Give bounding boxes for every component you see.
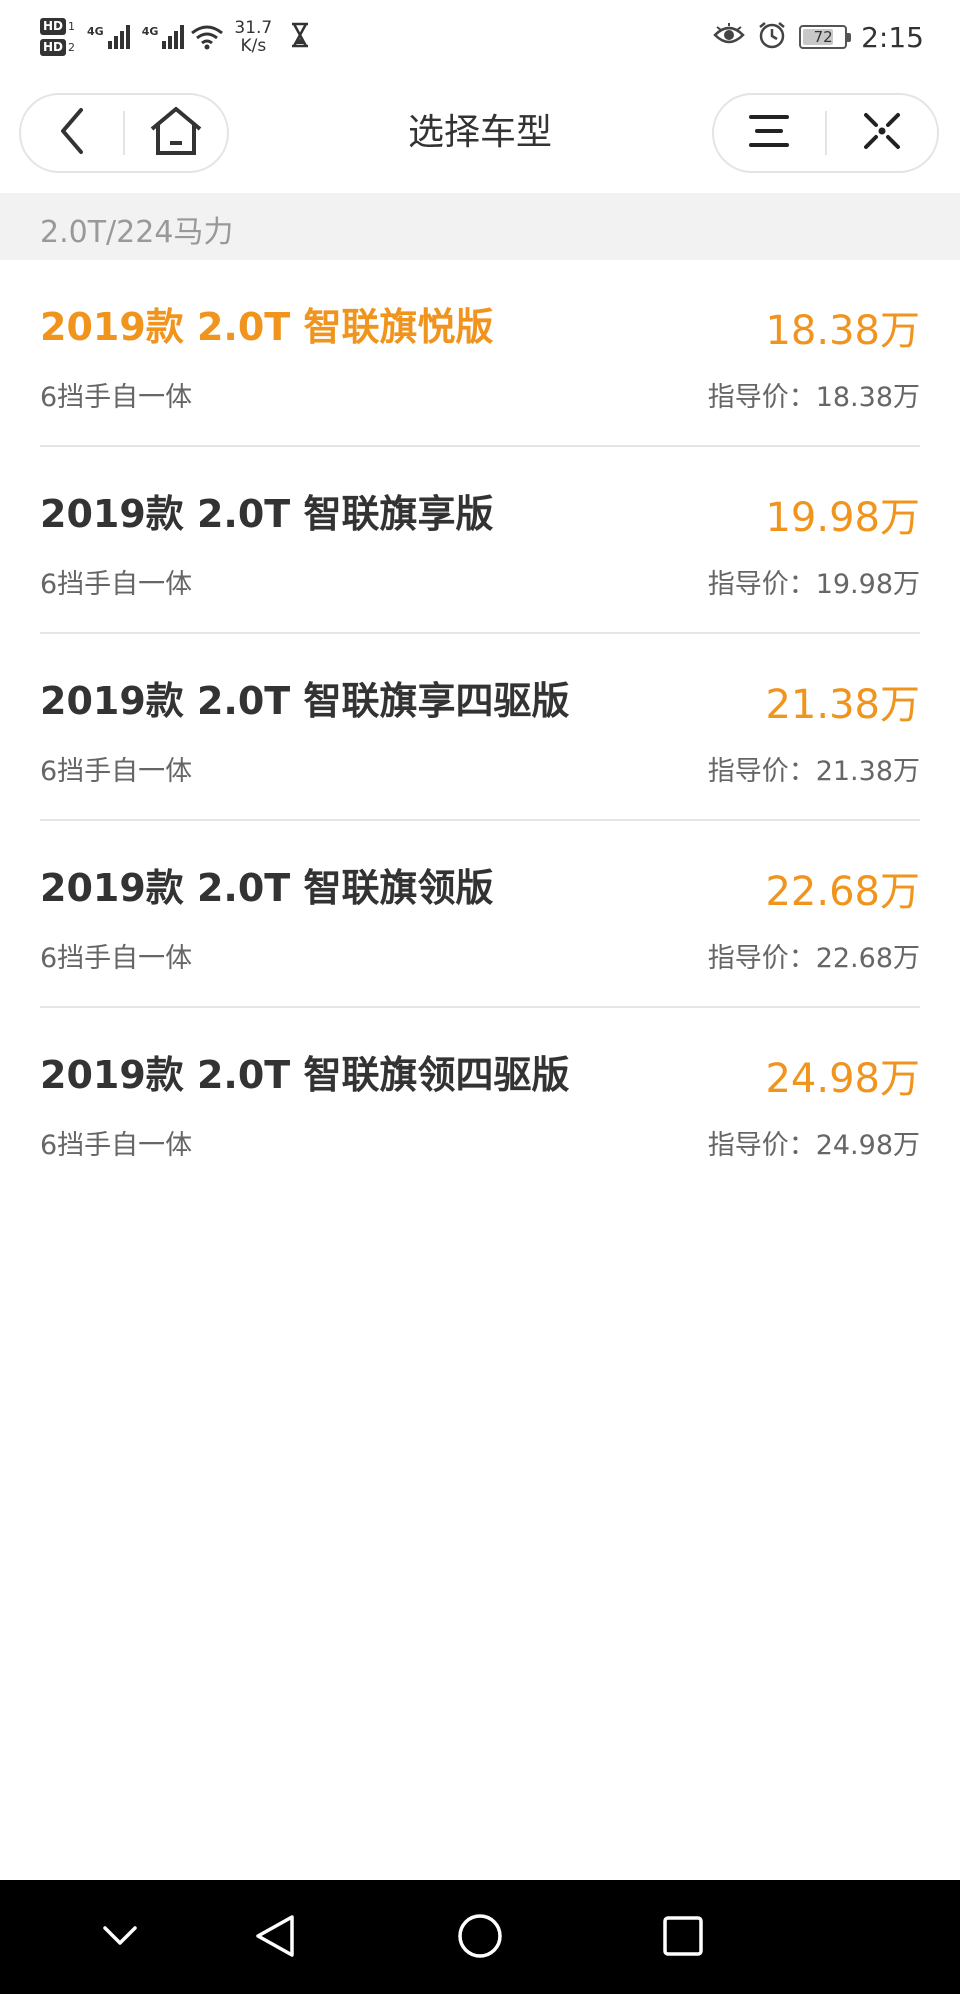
close-button[interactable] [827, 95, 938, 171]
hourglass-icon [290, 22, 310, 52]
model-price: 24.98万 [765, 1056, 920, 1102]
model-name: 2019款 2.0T 智联旗享版 [40, 492, 494, 536]
section-label: 2.0T/224马力 [40, 215, 234, 250]
model-name: 2019款 2.0T 智联旗悦版 [40, 305, 494, 349]
hd-indicators: HD 1 HD 2 [40, 18, 75, 56]
list-item[interactable]: 2019款 2.0T 智联旗领版 22.68万 6挡手自一体 指导价：22.68… [0, 821, 960, 1008]
model-transmission: 6挡手自一体 [40, 382, 193, 413]
model-guide-price: 指导价：18.38万 [707, 382, 920, 413]
list-item[interactable]: 2019款 2.0T 智联旗享四驱版 21.38万 6挡手自一体 指导价：21.… [0, 634, 960, 821]
signal2-icon: 4G [142, 25, 185, 49]
model-price: 21.38万 [765, 682, 920, 728]
hd1-label: HD [40, 18, 67, 35]
triangle-back-icon [254, 1913, 296, 1963]
clock: 2:15 [861, 20, 924, 54]
chevron-down-icon [102, 1925, 138, 1951]
hd1-num: 1 [68, 20, 76, 33]
hd2-label: HD [40, 39, 67, 56]
speed-value: 31.7 [234, 18, 273, 38]
list-item[interactable]: 2019款 2.0T 智联旗享版 19.98万 6挡手自一体 指导价：19.98… [0, 447, 960, 634]
hd2-indicator: HD 2 [40, 39, 75, 56]
collapse-button[interactable] [90, 1908, 150, 1968]
system-back-button[interactable] [245, 1908, 305, 1968]
circle-home-icon [456, 1912, 504, 1964]
model-name: 2019款 2.0T 智联旗享四驱版 [40, 679, 570, 723]
signal1-icon: 4G [87, 25, 130, 49]
model-guide-price: 指导价：21.38万 [707, 756, 920, 787]
system-home-button[interactable] [450, 1908, 510, 1968]
model-name: 2019款 2.0T 智联旗领版 [40, 866, 494, 910]
signal1-label: 4G [87, 25, 104, 38]
list-item[interactable]: 2019款 2.0T 智联旗领四驱版 24.98万 6挡手自一体 指导价：24.… [0, 1008, 960, 1195]
model-price: 18.38万 [765, 308, 920, 354]
battery-level: 72 [813, 28, 833, 46]
model-transmission: 6挡手自一体 [40, 943, 193, 974]
list-item[interactable]: 2019款 2.0T 智联旗悦版 18.38万 6挡手自一体 指导价：18.38… [0, 260, 960, 447]
close-dots-icon [862, 111, 902, 155]
model-guide-price: 指导价：24.98万 [707, 1130, 920, 1161]
model-transmission: 6挡手自一体 [40, 569, 193, 600]
system-recents-button[interactable] [653, 1908, 713, 1968]
signal2-label: 4G [141, 25, 159, 38]
hd2-num: 2 [68, 41, 76, 54]
status-bar: HD 1 HD 2 4G 4G 31.7 K/s 72 2:15 [0, 0, 960, 75]
model-price: 19.98万 [765, 495, 920, 541]
status-bar-left: HD 1 HD 2 4G 4G 31.7 K/s [40, 12, 310, 62]
hamburger-menu-icon [749, 113, 790, 153]
model-list: 2019款 2.0T 智联旗悦版 18.38万 6挡手自一体 指导价：18.38… [0, 260, 960, 1195]
model-guide-price: 指导价：19.98万 [707, 569, 920, 600]
speed-unit: K/s [240, 36, 267, 56]
section-header: 2.0T/224马力 [0, 193, 960, 260]
hd1-indicator: HD 1 [40, 18, 75, 35]
square-recents-icon [662, 1915, 704, 1961]
model-name: 2019款 2.0T 智联旗领四驱版 [40, 1053, 570, 1097]
nav-header: 选择车型 [0, 75, 960, 193]
model-transmission: 6挡手自一体 [40, 1130, 193, 1161]
wifi-icon [190, 24, 224, 50]
system-nav-bar [0, 1880, 960, 1994]
eye-icon [713, 23, 745, 51]
network-speed: 31.7 K/s [234, 19, 272, 55]
model-guide-price: 指导价：22.68万 [707, 943, 920, 974]
status-bar-right: 72 2:15 [713, 14, 924, 60]
battery-icon: 72 [799, 25, 852, 49]
menu-button[interactable] [714, 95, 825, 171]
alarm-icon [757, 20, 787, 54]
model-transmission: 6挡手自一体 [40, 756, 193, 787]
nav-right-pill [712, 93, 939, 173]
model-price: 22.68万 [765, 869, 920, 915]
